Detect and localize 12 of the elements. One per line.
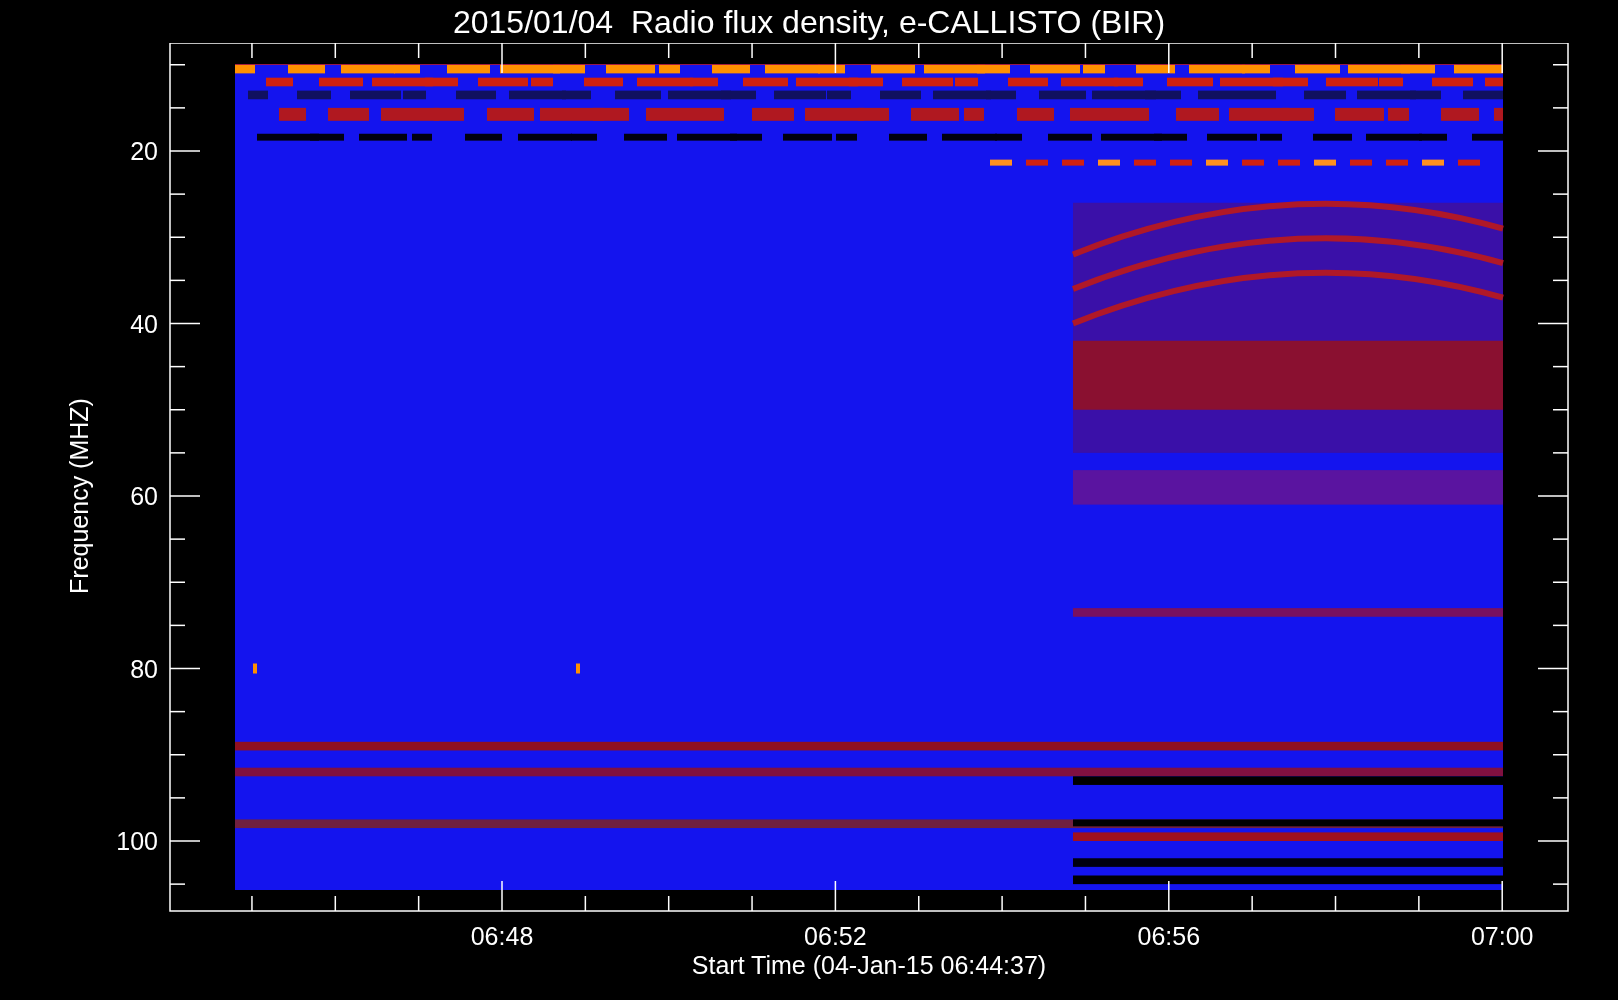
tick-label: 07:00 [1470, 922, 1534, 950]
axis-title: Frequency (MHZ) [65, 398, 93, 594]
tick-label: 06:52 [804, 922, 867, 950]
tick-label: 60 [130, 482, 158, 510]
chart-title: 2015/01/04 Radio flux density, e-CALLISTO (BIR) [452, 5, 1166, 38]
tick-label: 20 [130, 137, 158, 165]
tick-label: 06:48 [470, 922, 534, 950]
tick-label: 06:56 [1137, 922, 1201, 950]
tick-label: 40 [130, 309, 158, 338]
axis-title: Start Time (04-Jan-15 06:44:37) [691, 951, 1047, 979]
tick-label: 80 [130, 654, 158, 683]
tick-label: 100 [116, 827, 158, 855]
